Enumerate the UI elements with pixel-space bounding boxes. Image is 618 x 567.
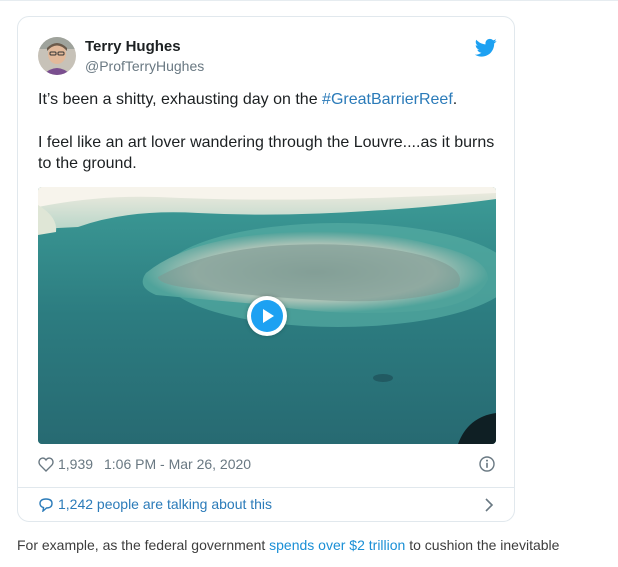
- heart-icon[interactable]: [38, 457, 54, 472]
- tweet-timestamp[interactable]: 1:06 PM - Mar 26, 2020: [104, 456, 251, 472]
- author-handle[interactable]: @ProfTerryHughes: [85, 58, 204, 74]
- like-count[interactable]: 1,939: [58, 456, 93, 472]
- tweet-text-prefix: It’s been a shitty, exhausting day on th…: [38, 91, 323, 108]
- video-player[interactable]: [38, 187, 496, 444]
- tweet-text: It’s been a shitty, exhausting day on th…: [38, 89, 498, 196]
- hashtag-link[interactable]: #GreatBarrierReef: [322, 91, 453, 108]
- tweet-text-suffix: .: [452, 91, 458, 108]
- embedded-tweet-card[interactable]: Terry Hughes @ProfTerryHughes It’s been …: [17, 16, 515, 522]
- chat-bubble-icon: [39, 498, 53, 512]
- conversation-label[interactable]: 1,242 people are talking about this: [58, 496, 272, 512]
- info-icon[interactable]: [479, 456, 495, 472]
- chevron-right-icon[interactable]: [484, 498, 494, 512]
- tweet-meta-row: 1,939 1:06 PM - Mar 26, 2020: [38, 455, 496, 475]
- play-button[interactable]: [247, 296, 287, 336]
- article-text-after: to cushion the inevitable: [405, 537, 560, 553]
- page-top-divider: [0, 0, 618, 1]
- card-divider: [18, 487, 514, 488]
- twitter-bird-icon[interactable]: [475, 38, 497, 58]
- article-text-before: For example, as the federal government: [17, 537, 270, 553]
- tweet-text-line-2: I feel like an art lover wandering throu…: [38, 134, 495, 172]
- article-link[interactable]: spends over $2 trillion: [269, 537, 405, 553]
- play-icon: [251, 300, 283, 332]
- author-name[interactable]: Terry Hughes: [85, 38, 181, 55]
- tweet-text-line-1: It’s been a shitty, exhausting day on th…: [38, 89, 498, 110]
- conversation-link[interactable]: 1,242 people are talking about this: [38, 495, 496, 515]
- avatar[interactable]: [38, 37, 76, 75]
- article-paragraph: For example, as the federal government s…: [17, 537, 617, 553]
